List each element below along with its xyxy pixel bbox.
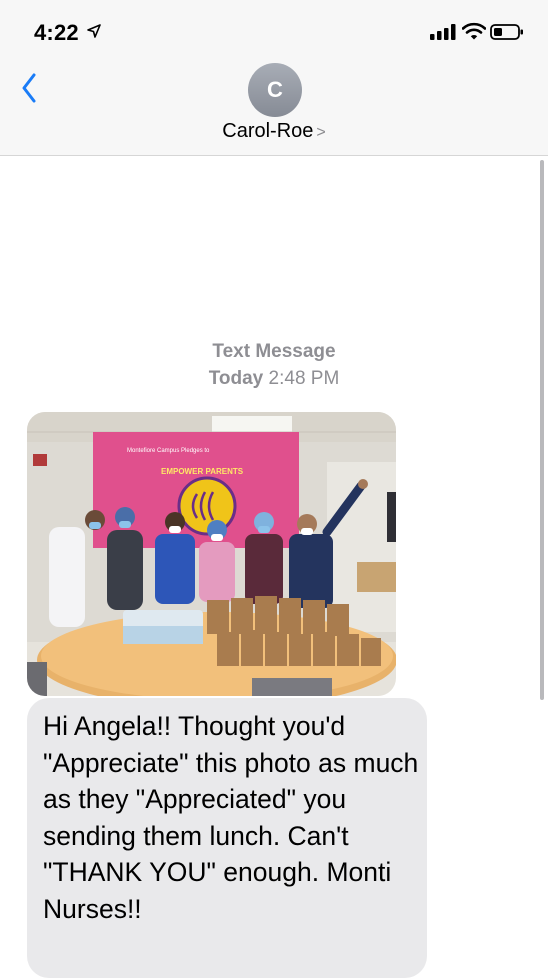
contact-name: Carol-Roe (222, 120, 314, 142)
back-button[interactable] (14, 68, 44, 108)
contact-name-button[interactable]: Carol-Roe > (0, 120, 548, 143)
message-bubble[interactable]: Hi Angela!! Thought you'd "Appreciate" t… (27, 698, 427, 978)
contact-avatar[interactable]: C (248, 63, 302, 117)
cellular-signal-icon (430, 24, 456, 40)
wifi-icon (462, 22, 486, 40)
scrollbar[interactable] (540, 160, 544, 700)
avatar-initial: C (267, 77, 283, 102)
group-photo: Montefiore Campus Pledges to EMPOWER PAR… (27, 412, 396, 696)
status-bar: 4:22 (0, 0, 548, 60)
water-bottles (123, 610, 203, 644)
timestamp-time: 2:48 PM (268, 368, 340, 389)
timestamp-day: Today (208, 368, 264, 389)
status-time: 4:22 (34, 20, 79, 45)
location-arrow-icon (87, 24, 101, 38)
svg-text:Montefiore Campus Pledges to: Montefiore Campus Pledges to (127, 448, 210, 454)
message-text: Hi Angela!! Thought you'd "Appreciate" t… (43, 711, 419, 924)
timestamp-type: Text Message (212, 341, 336, 362)
timestamp-date: Today 2:48 PM (0, 368, 548, 390)
conversation-header: C Carol-Roe > (0, 60, 548, 156)
photo-attachment[interactable]: Montefiore Campus Pledges to EMPOWER PAR… (27, 412, 396, 696)
battery-icon (490, 24, 523, 40)
chevron-right-icon: > (316, 124, 326, 141)
chevron-left-icon (22, 73, 36, 103)
banner-text: EMPOWER PARENTS (161, 467, 244, 476)
